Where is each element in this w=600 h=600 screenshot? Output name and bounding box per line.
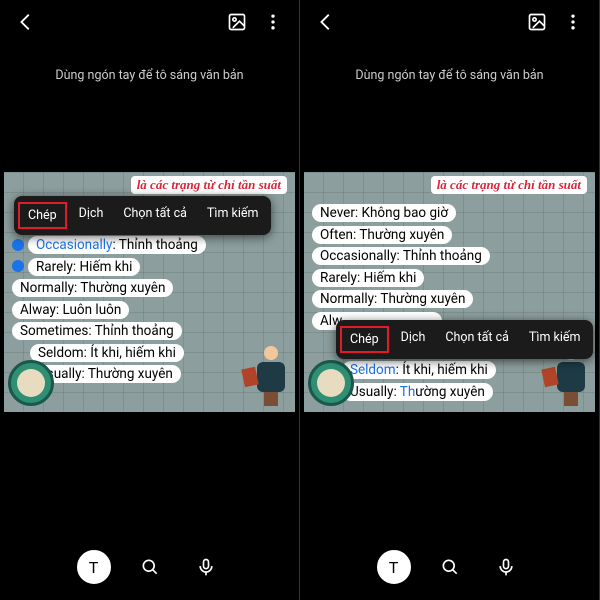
context-menu: Chép Dịch Chọn tất cả Tìm kiếm [336,320,593,359]
list-item[interactable]: Rarely: Hiếm khi [312,269,424,287]
ctx-translate[interactable]: Dịch [393,326,434,353]
selection-start-handle[interactable] [12,239,24,251]
list-item[interactable]: Usually: Thường xuyên [342,383,493,401]
ctx-select-all[interactable]: Chọn tất cả [437,326,517,353]
screenshot-right: Dùng ngón tay để tô sáng văn bản là các … [300,0,600,600]
scanned-photo: là các trạng từ chỉ tần suất Never: Khôn… [304,172,595,412]
bottom-toolbar: T [0,550,299,584]
selection-end-handle[interactable] [12,260,24,272]
top-bar [300,0,599,44]
search-icon[interactable] [433,550,467,584]
text-mode-button[interactable]: T [77,550,111,584]
ctx-translate[interactable]: Dịch [71,202,112,229]
search-icon[interactable] [133,550,167,584]
back-icon[interactable] [14,10,38,34]
list-item[interactable]: Seldom: Ít khi, hiếm khi [30,344,184,362]
ocr-lines: Chép Dịch Chọn tất cả Tìm kiếm Occasiona… [12,202,287,385]
list-item[interactable]: Rarely: Hiếm khi [28,258,140,276]
ctx-select-all[interactable]: Chọn tất cả [115,202,195,229]
more-icon[interactable] [561,10,585,34]
list-item[interactable]: Occasionally: Thỉnh thoảng [312,247,490,265]
ctx-copy[interactable]: Chép [18,202,67,229]
list-item[interactable]: Normally: Thường xuyên [12,279,173,297]
gallery-icon[interactable] [525,10,549,34]
ctx-search[interactable]: Tìm kiếm [521,326,589,353]
list-item[interactable]: Occasionally: Thỉnh thoảng [28,236,206,254]
clock-clipart [8,360,54,406]
screenshot-left: Dùng ngón tay để tô sáng văn bản là các … [0,0,300,600]
list-item[interactable]: Sometimes: Thỉnh thoảng [12,322,182,340]
mic-icon[interactable] [189,550,223,584]
header-red-text: là các trạng từ chỉ tần suất [431,176,587,194]
list-item[interactable]: Alway: Luôn luôn [12,301,129,319]
bottom-toolbar: T [300,550,599,584]
header-red-text: là các trạng từ chỉ tần suất [131,176,287,194]
top-bar [0,0,299,44]
instruction-text: Dùng ngón tay để tô sáng văn bản [0,68,299,83]
scanned-photo: là các trạng từ chỉ tần suất Chép Dịch C… [4,172,295,412]
back-icon[interactable] [314,10,338,34]
ctx-copy[interactable]: Chép [340,326,389,353]
mic-icon[interactable] [489,550,523,584]
instruction-text: Dùng ngón tay để tô sáng văn bản [300,68,599,83]
list-item[interactable]: Seldom: Ít khi, hiếm khi [342,361,496,379]
gallery-icon[interactable] [225,10,249,34]
person-clipart [251,346,291,406]
ctx-search[interactable]: Tìm kiếm [199,202,267,229]
list-item[interactable]: Often: Thường xuyên [312,226,452,244]
context-menu: Chép Dịch Chọn tất cả Tìm kiếm [14,196,271,235]
text-mode-button[interactable]: T [377,550,411,584]
list-item[interactable]: Never: Không bao giờ [312,204,456,222]
clock-clipart [308,360,354,406]
list-item[interactable]: Normally: Thường xuyên [312,290,473,308]
more-icon[interactable] [261,10,285,34]
